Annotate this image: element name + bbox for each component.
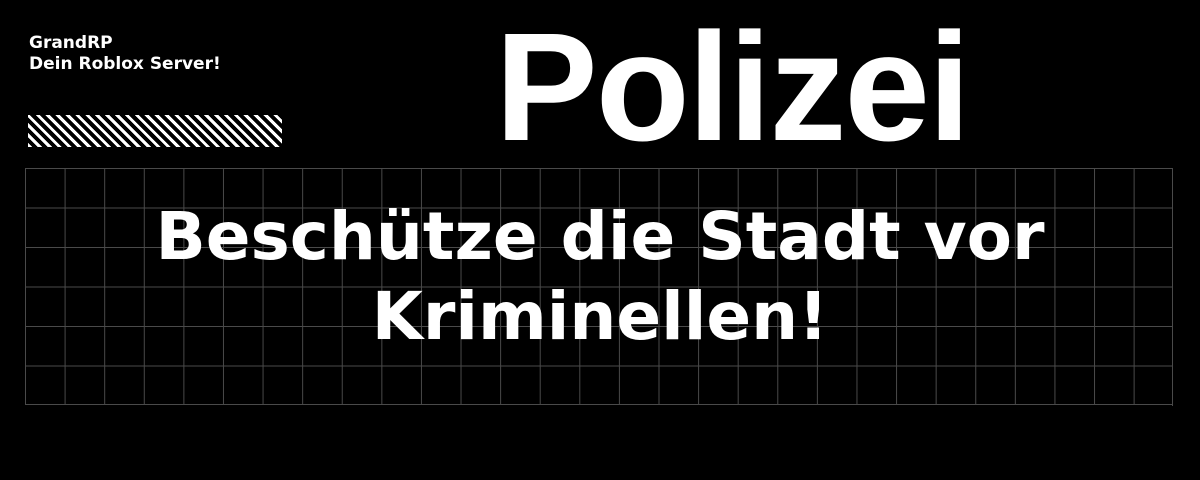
brand-name: GrandRP: [29, 33, 113, 53]
grid-border-bottom: [25, 404, 1173, 405]
brand-tagline: Dein Roblox Server!: [29, 54, 221, 74]
slogan-line-2: Kriminellen!: [371, 278, 829, 355]
slogan-line-1: Beschütze die Stadt vor: [155, 198, 1045, 275]
page-title: Polizei: [495, 1, 971, 173]
diagonal-stripes-decoration: [28, 115, 282, 147]
brand-text: GrandRP Dein Roblox Server!: [29, 33, 221, 75]
grid-border-right: [1172, 168, 1173, 406]
slogan: Beschütze die Stadt vor Kriminellen!: [100, 197, 1100, 357]
banner: GrandRP Dein Roblox Server! Polizei Besc…: [0, 0, 1200, 480]
